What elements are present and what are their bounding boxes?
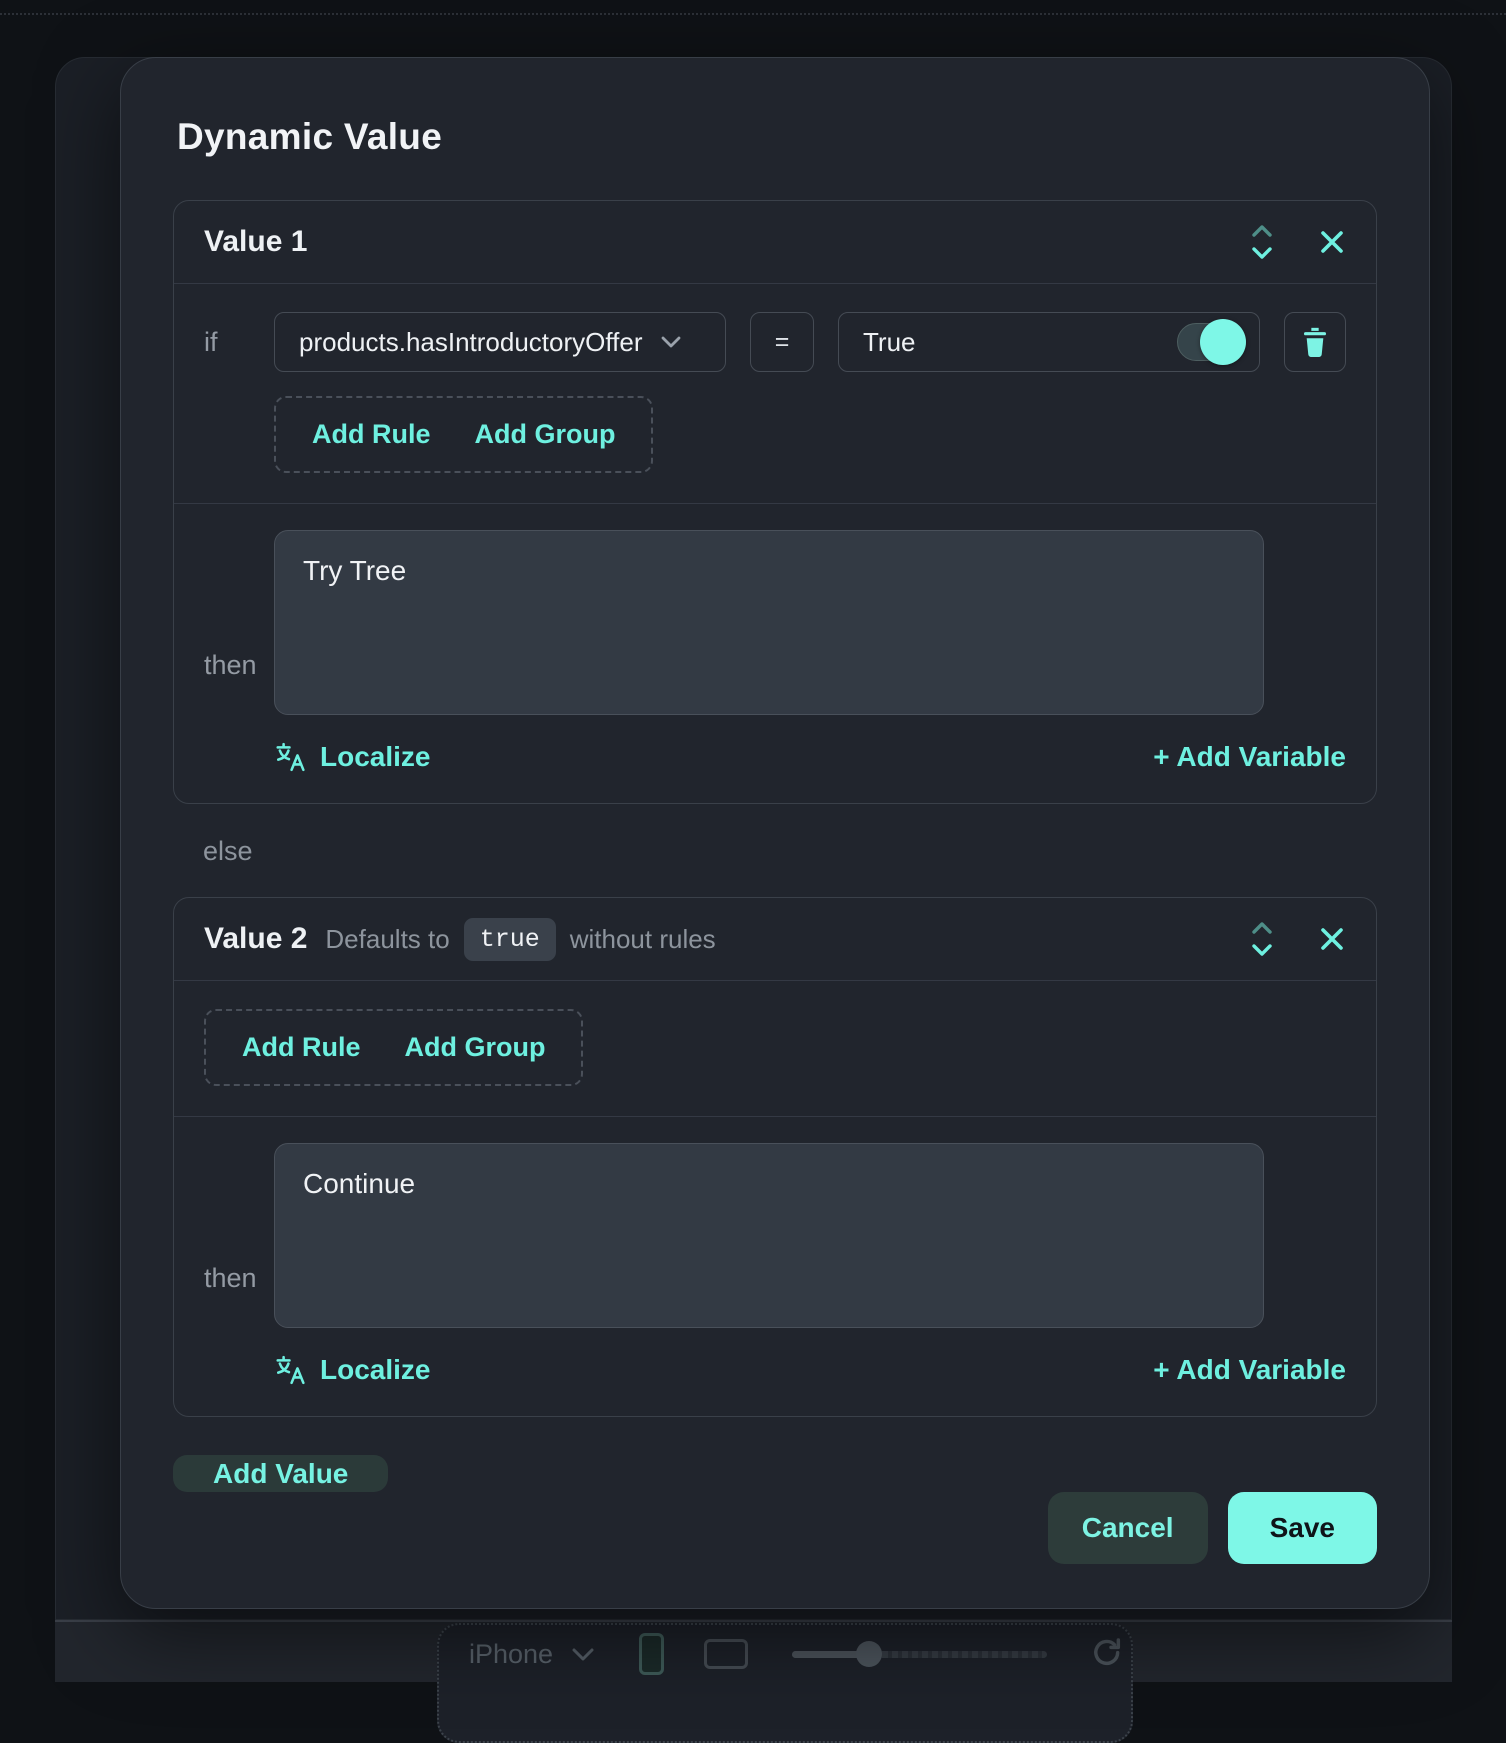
modal-footer: Cancel Save [173,1492,1377,1564]
then-section: then Try Tree Localize + Add Variable [174,504,1376,803]
then-section: then Continue Localize + Add Variable [174,1117,1376,1416]
add-value-button[interactable]: Add Value [173,1455,388,1492]
add-variable-button[interactable]: + Add Variable [1153,741,1346,773]
phone-landscape-icon[interactable] [704,1639,748,1669]
add-variable-button[interactable]: + Add Variable [1153,1354,1346,1386]
translate-icon [274,1354,306,1386]
device-selector[interactable]: iPhone [469,1639,595,1670]
value-card-header: Value 2 Defaults to true without rules [174,898,1376,981]
if-label: if [174,312,274,473]
dynamic-value-modal: Dynamic Value Value 1 if [120,57,1430,1609]
translate-icon [274,741,306,773]
defaults-suffix-text: without rules [570,924,716,955]
add-rule-button[interactable]: Add Rule [312,419,431,450]
trash-icon [1300,326,1330,359]
condition-value-label: True [863,327,916,358]
chevron-down-icon [571,1647,595,1662]
then-label: then [174,650,274,681]
reorder-control[interactable] [1248,917,1276,961]
defaults-info: Defaults to true without rules [325,918,715,961]
slider-knob[interactable] [856,1641,882,1667]
phone-portrait-icon[interactable] [639,1633,664,1675]
then-value-textarea[interactable]: Try Tree [274,530,1264,715]
chevron-up-icon [1254,227,1270,235]
delete-rule-button[interactable] [1284,312,1346,372]
chevron-down-icon [1254,946,1270,954]
device-label: iPhone [469,1639,553,1670]
localize-row: Localize + Add Variable [274,1354,1346,1386]
add-group-button[interactable]: Add Group [475,419,616,450]
close-icon [1318,925,1346,953]
refresh-icon [1091,1638,1123,1670]
value-title: Value 2 [204,922,307,956]
value-title: Value 1 [204,225,307,259]
refresh-button[interactable] [1091,1638,1123,1670]
condition-row: products.hasIntroductoryOffer = True [274,312,1346,372]
condition-field-label: products.hasIntroductoryOffer [299,327,642,358]
rule-section: Add Rule Add Group [174,981,1376,1116]
defaults-prefix-text: Defaults to [325,924,449,955]
chevron-up-icon [1254,924,1270,932]
value-card-header: Value 1 [174,201,1376,284]
save-button[interactable]: Save [1228,1492,1377,1564]
preview-toolbar-strip: iPhone [55,1620,1452,1682]
localize-button[interactable]: Localize [274,1354,430,1386]
modal-title: Dynamic Value [177,116,1373,158]
else-label: else [173,836,1377,867]
add-rule-group-box: Add Rule Add Group [204,1009,583,1086]
value-card-2: Value 2 Defaults to true without rules [173,897,1377,1417]
close-icon [1318,228,1346,256]
default-value-pill: true [464,918,556,961]
condition-operator[interactable]: = [750,312,814,372]
localize-row: Localize + Add Variable [274,741,1346,773]
preview-toolbar: iPhone [437,1623,1133,1743]
condition-value-field: True [838,312,1260,372]
then-label: then [174,1263,274,1294]
remove-value-button[interactable] [1318,228,1346,256]
localize-label: Localize [320,1354,430,1386]
chevron-down-icon [1254,249,1270,257]
condition-field-select[interactable]: products.hasIntroductoryOffer [274,312,726,372]
reorder-control[interactable] [1248,220,1276,264]
add-rule-button[interactable]: Add Rule [242,1032,361,1063]
top-dotted-divider [0,13,1506,15]
toggle-knob [1200,319,1246,365]
add-group-button[interactable]: Add Group [405,1032,546,1063]
chevron-down-icon [660,335,682,349]
boolean-toggle[interactable] [1177,323,1243,361]
localize-button[interactable]: Localize [274,741,430,773]
remove-value-button[interactable] [1318,925,1346,953]
value-card-1: Value 1 if [173,200,1377,804]
add-rule-group-box: Add Rule Add Group [274,396,653,473]
then-value-textarea[interactable]: Continue [274,1143,1264,1328]
localize-label: Localize [320,741,430,773]
rule-section: if products.hasIntroductoryOffer = True [174,284,1376,503]
cancel-button[interactable]: Cancel [1048,1492,1208,1564]
zoom-slider[interactable] [792,1641,1047,1667]
